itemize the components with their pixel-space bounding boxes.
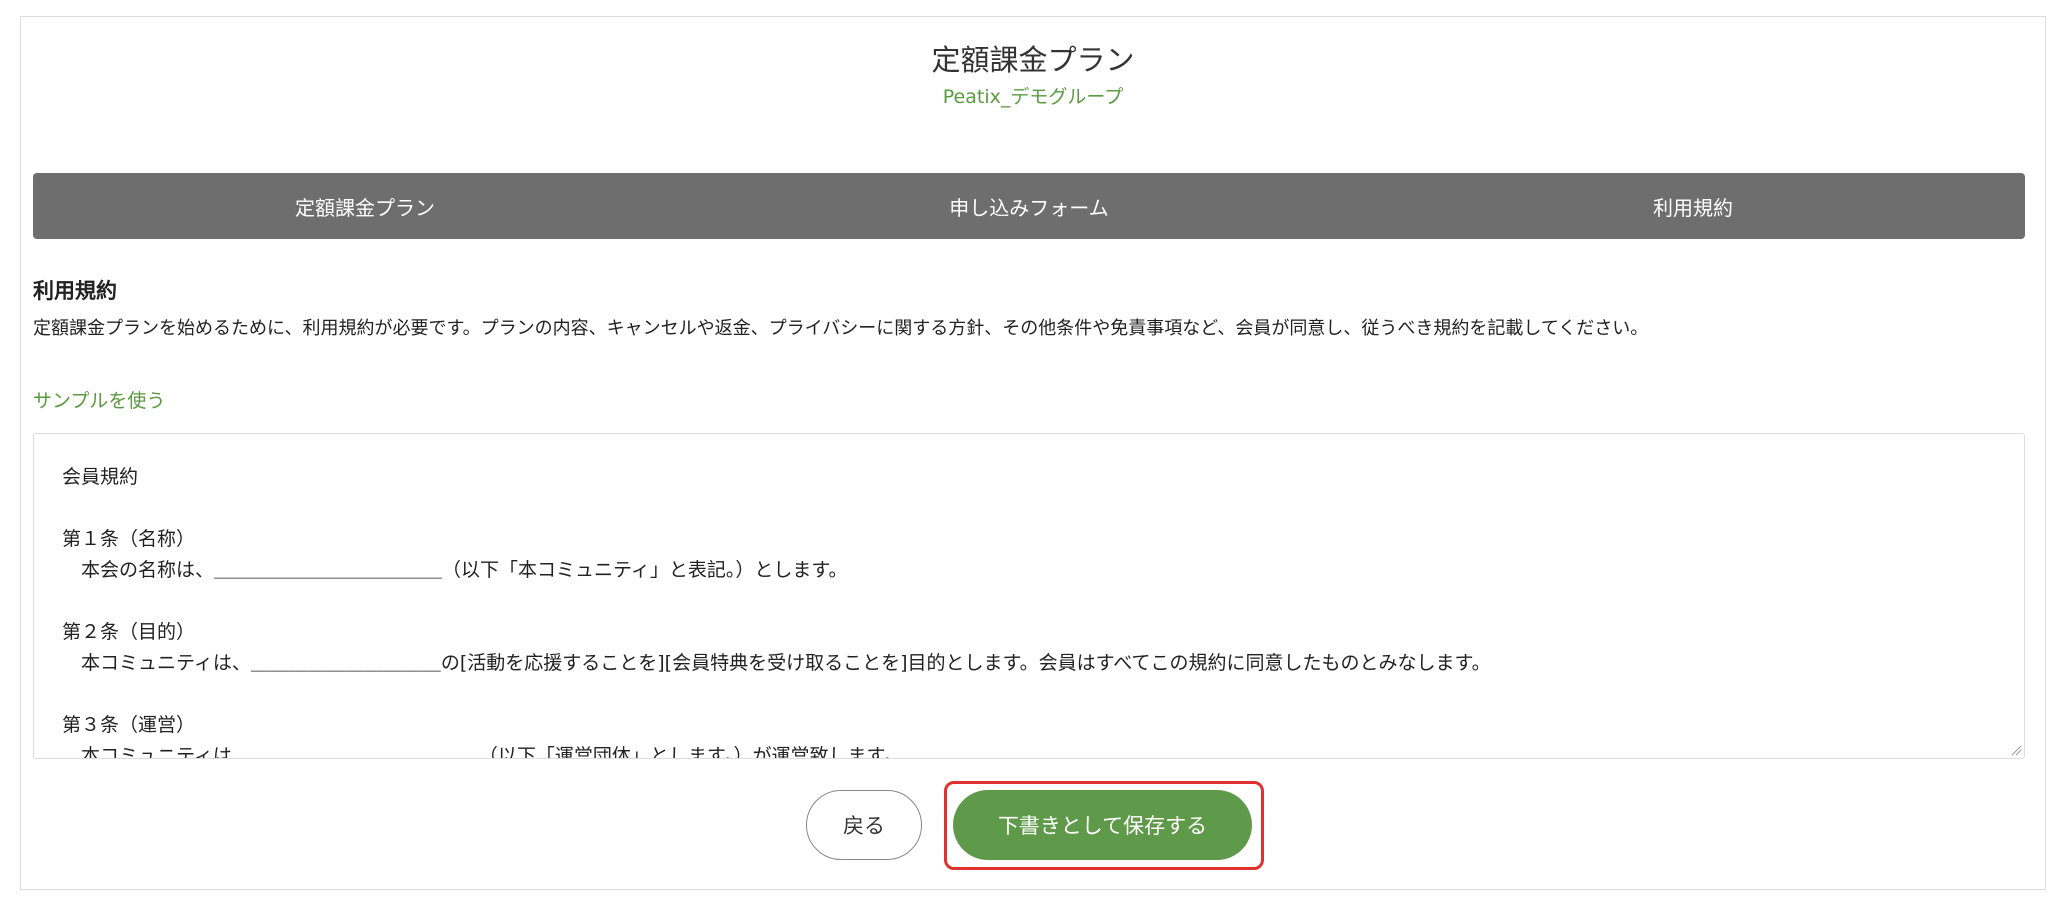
step-navigation: 定額課金プラン 申し込みフォーム 利用規約 <box>33 173 2025 239</box>
step-label: 定額課金プラン <box>295 195 435 220</box>
resize-handle-icon[interactable] <box>2010 744 2022 756</box>
save-draft-button-label: 下書きとして保存する <box>997 814 1208 838</box>
step-terms-of-use[interactable]: 利用規約 <box>1361 173 2025 239</box>
step-subscription-plan[interactable]: 定額課金プラン <box>33 173 697 239</box>
save-draft-button[interactable]: 下書きとして保存する <box>953 790 1252 860</box>
terms-textarea[interactable]: 会員規約 第１条（名称） 本会の名称は、＿＿＿＿＿＿＿＿＿＿＿＿（以下「本コミュ… <box>33 433 2025 759</box>
step-application-form[interactable]: 申し込みフォーム <box>697 173 1361 239</box>
step-label: 申し込みフォーム <box>949 195 1109 220</box>
step-label: 利用規約 <box>1653 195 1733 220</box>
terms-description: 定額課金プランを始めるために、利用規約が必要です。プランの内容、キャンセルや返金… <box>33 318 1649 339</box>
group-name: Peatix_デモグループ <box>942 86 1124 108</box>
use-sample-link[interactable]: サンプルを使う <box>33 386 165 416</box>
terms-heading: 利用規約 <box>33 279 117 303</box>
back-button-label: 戻る <box>843 814 885 838</box>
terms-textarea-content: 会員規約 第１条（名称） 本会の名称は、＿＿＿＿＿＿＿＿＿＿＿＿（以下「本コミュ… <box>62 466 1491 759</box>
page-title: 定額課金プラン <box>931 43 1135 77</box>
back-button[interactable]: 戻る <box>806 790 922 860</box>
